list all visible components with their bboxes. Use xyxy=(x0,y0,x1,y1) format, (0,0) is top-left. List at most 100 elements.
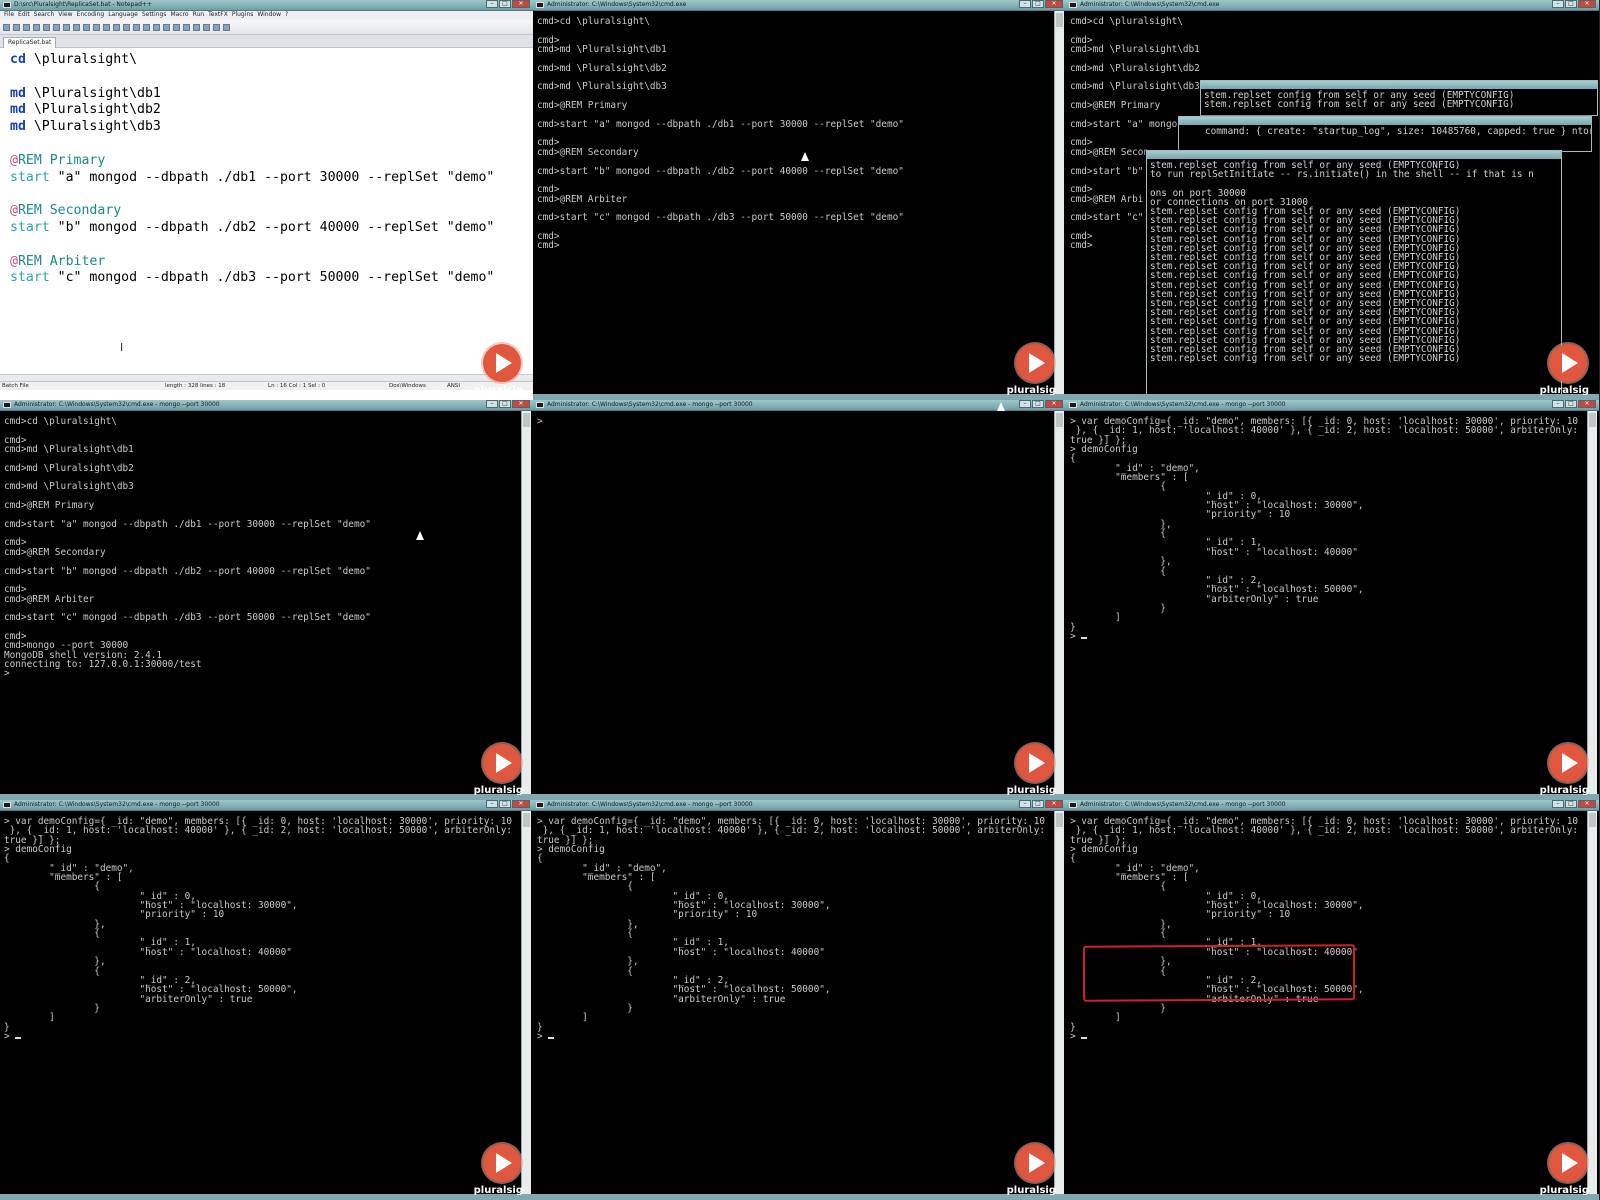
mongo-shell-connect: Administrator: C:\Windows\System32\cmd.e… xyxy=(0,400,533,800)
record-macro-icon[interactable] xyxy=(183,23,190,31)
maximize-button[interactable]: □ xyxy=(1032,0,1044,8)
mongod-window-c[interactable]: stem.replset config from self or any see… xyxy=(1146,150,1562,398)
close-button[interactable]: ✕ xyxy=(1578,800,1596,808)
play-macro-icon[interactable] xyxy=(203,23,210,31)
close-button[interactable]: ✕ xyxy=(512,0,530,8)
minimize-button[interactable]: – xyxy=(1019,800,1031,808)
mongo-titlebar[interactable]: Administrator: C:\Windows\System32\cmd.e… xyxy=(533,800,1066,811)
cmd-titlebar[interactable]: Administrator: C:\Windows\System32\cmd.e… xyxy=(533,0,1066,11)
save-macro-icon[interactable] xyxy=(223,23,230,31)
save-icon[interactable] xyxy=(23,23,30,31)
run-macro-icon[interactable] xyxy=(213,23,220,31)
paste-icon[interactable] xyxy=(83,23,90,31)
vertical-scrollbar[interactable] xyxy=(1054,411,1064,794)
menu-settings[interactable]: Settings xyxy=(142,11,167,20)
menu-macro[interactable]: Macro xyxy=(170,11,188,20)
close-button[interactable]: ✕ xyxy=(512,800,530,808)
menu-encoding[interactable]: Encoding xyxy=(77,11,105,20)
notepad-titlebar[interactable]: D:\src\Pluralsight\ReplicaSet.bat - Note… xyxy=(0,0,533,11)
console-output[interactable]: > var demoConfig={ _id: "demo", members:… xyxy=(1068,811,1587,1194)
sync-scroll-icon[interactable] xyxy=(153,23,160,31)
replace-icon[interactable] xyxy=(123,23,130,31)
close-button[interactable]: ✕ xyxy=(1045,400,1063,408)
scroll-thumb[interactable] xyxy=(523,813,530,827)
console-output[interactable]: > var demoConfig={ _id: "demo", members:… xyxy=(2,811,521,1194)
copy-icon[interactable] xyxy=(73,23,80,31)
tab-replicaset-bat[interactable]: ReplicaSet.bat xyxy=(3,37,57,48)
maximize-button[interactable]: □ xyxy=(499,400,511,408)
maximize-button[interactable]: □ xyxy=(1032,800,1044,808)
save-all-icon[interactable] xyxy=(33,23,40,31)
menu-textfx[interactable]: TextFX xyxy=(208,11,228,20)
scroll-thumb[interactable] xyxy=(1589,413,1596,427)
stop-macro-icon[interactable] xyxy=(193,23,200,31)
zoom-out-icon[interactable] xyxy=(143,23,150,31)
vertical-scrollbar[interactable] xyxy=(1587,811,1597,1194)
vertical-scrollbar[interactable] xyxy=(1587,411,1597,794)
minimize-button[interactable]: – xyxy=(1552,400,1564,408)
console-output[interactable]: cmd>cd \pluralsight\ cmd> cmd>md \Plural… xyxy=(2,411,521,794)
vertical-scrollbar[interactable] xyxy=(1054,811,1064,1194)
maximize-button[interactable]: □ xyxy=(1032,400,1044,408)
scroll-thumb[interactable] xyxy=(1589,813,1596,827)
maximize-button[interactable]: □ xyxy=(499,0,511,8)
close-button[interactable]: ✕ xyxy=(1045,800,1063,808)
minimize-button[interactable]: – xyxy=(486,400,498,408)
scroll-thumb[interactable] xyxy=(1056,13,1063,27)
undo-icon[interactable] xyxy=(93,23,100,31)
menu-window[interactable]: Window xyxy=(257,11,281,20)
minimize-button[interactable]: – xyxy=(1019,0,1031,8)
console-output[interactable]: > var demoConfig={ _id: "demo", members:… xyxy=(1068,411,1587,794)
vertical-scrollbar[interactable] xyxy=(1054,11,1064,394)
maximize-button[interactable]: □ xyxy=(1565,800,1577,808)
scroll-thumb[interactable] xyxy=(1056,413,1063,427)
menu-search[interactable]: Search xyxy=(34,11,55,20)
minimize-button[interactable]: – xyxy=(486,0,498,8)
console-output[interactable]: > var demoConfig={ _id: "demo", members:… xyxy=(535,811,1054,1194)
scroll-thumb[interactable] xyxy=(523,413,530,427)
menu-edit[interactable]: Edit xyxy=(18,11,30,20)
open-file-icon[interactable] xyxy=(13,23,20,31)
mongo-titlebar[interactable]: Administrator: C:\Windows\System32\cmd.e… xyxy=(1066,800,1599,811)
minimize-button[interactable]: – xyxy=(486,800,498,808)
vertical-scrollbar[interactable] xyxy=(521,811,531,1194)
maximize-button[interactable]: □ xyxy=(1565,0,1577,8)
print-icon[interactable] xyxy=(53,23,60,31)
indent-guide-icon[interactable] xyxy=(173,23,180,31)
vertical-scrollbar[interactable] xyxy=(521,411,531,794)
redo-icon[interactable] xyxy=(103,23,110,31)
minimize-button[interactable]: – xyxy=(1552,800,1564,808)
console-output[interactable]: > xyxy=(535,411,1054,794)
wrap-icon[interactable] xyxy=(163,23,170,31)
close-button[interactable]: ✕ xyxy=(1578,0,1596,8)
zoom-in-icon[interactable] xyxy=(133,23,140,31)
minimize-button[interactable]: – xyxy=(1019,400,1031,408)
close-button[interactable]: ✕ xyxy=(512,400,530,408)
minimize-button[interactable]: – xyxy=(1552,0,1564,8)
menu-view[interactable]: View xyxy=(58,11,72,20)
scroll-thumb[interactable] xyxy=(1056,813,1063,827)
close-button[interactable]: ✕ xyxy=(1578,400,1596,408)
console-output[interactable]: cmd>cd \pluralsight\ cmd> cmd>md \Plural… xyxy=(535,11,1054,394)
mongo-titlebar[interactable]: Administrator: C:\Windows\System32\cmd.e… xyxy=(1066,400,1599,411)
menu-run[interactable]: Run xyxy=(193,11,205,20)
window-controls: – □ ✕ xyxy=(1551,400,1596,409)
find-icon[interactable] xyxy=(113,23,120,31)
mongo-titlebar[interactable]: Administrator: C:\Windows\System32\cmd.e… xyxy=(0,800,533,811)
mongo-titlebar[interactable]: Administrator: C:\Windows\System32\cmd.e… xyxy=(533,400,1066,411)
close-button[interactable]: ✕ xyxy=(1045,0,1063,8)
menu-file[interactable]: File xyxy=(4,11,14,20)
cut-icon[interactable] xyxy=(63,23,70,31)
cmd-titlebar[interactable]: Administrator: C:\Windows\System32\cmd.e… xyxy=(1066,0,1599,11)
new-file-icon[interactable] xyxy=(3,23,10,31)
mongod-window-b[interactable]: command: { create: "startup_log", size: … xyxy=(1178,116,1592,152)
menu-language[interactable]: Language xyxy=(108,11,138,20)
maximize-button[interactable]: □ xyxy=(499,800,511,808)
maximize-button[interactable]: □ xyxy=(1565,400,1577,408)
menu-help[interactable]: ? xyxy=(285,11,288,20)
close-file-icon[interactable] xyxy=(43,23,50,31)
menu-plugins[interactable]: Plugins xyxy=(232,11,254,20)
code-editor[interactable]: cd \pluralsight\ md \Pluralsight\db1 md … xyxy=(0,48,533,382)
mongod-window-a[interactable]: stem.replset config from self or any see… xyxy=(1200,80,1598,116)
mongo-titlebar[interactable]: Administrator: C:\Windows\System32\cmd.e… xyxy=(0,400,533,411)
